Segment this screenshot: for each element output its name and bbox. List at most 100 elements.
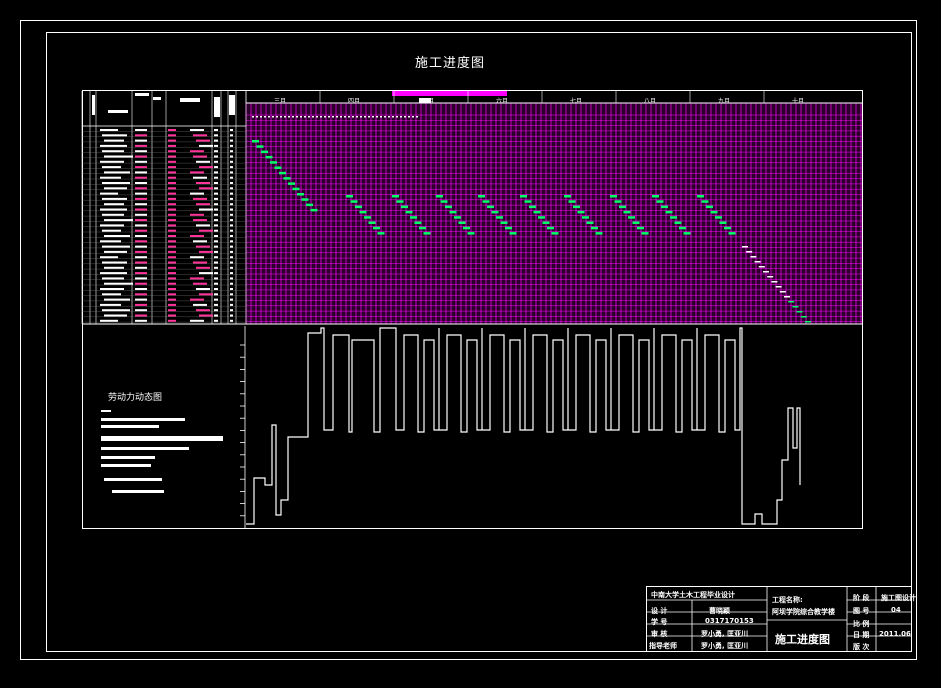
- gantt-bar: [292, 187, 300, 191]
- project-label: 工程名称:: [772, 596, 803, 604]
- gantt-bar: [509, 232, 517, 235]
- table-text-stub: [104, 235, 130, 237]
- table-text-stub: [104, 298, 130, 301]
- month-label: 八月: [644, 98, 657, 105]
- table-text-stub: [168, 139, 176, 142]
- table-text-stub: [193, 155, 207, 158]
- table-text-stub: [230, 150, 233, 153]
- progress-dot: [324, 116, 326, 118]
- table-text-stub: [135, 282, 147, 285]
- table-text-stub: [230, 309, 233, 312]
- table-text-stub: [135, 256, 147, 259]
- progress-dot: [328, 116, 330, 118]
- table-text-stub: [168, 240, 176, 243]
- student-id-label: 学 号: [651, 618, 668, 626]
- table-text-stub: [214, 144, 218, 147]
- table-text-stub: [168, 319, 176, 322]
- table-text-stub: [100, 144, 127, 147]
- progress-dot: [336, 116, 338, 118]
- gantt-bar: [538, 216, 545, 219]
- gantt-bar: [359, 210, 367, 214]
- table-text-stub: [230, 293, 233, 296]
- gantt-bar: [410, 216, 417, 219]
- table-text-stub: [135, 160, 147, 163]
- gantt-bar: [637, 226, 644, 230]
- progress-dot: [332, 116, 334, 118]
- table-text-stub: [230, 192, 233, 195]
- table-text-stub: [199, 166, 213, 169]
- gantt-bar: [577, 210, 585, 214]
- table-header-stub: [229, 95, 235, 115]
- table-text-stub: [230, 303, 233, 306]
- table-text-stub: [190, 235, 204, 237]
- table-text-stub: [230, 166, 233, 169]
- legend-bar: [101, 436, 223, 441]
- design-value: 曹晓颖: [709, 607, 730, 615]
- progress-dot: [276, 116, 278, 118]
- progress-dot: [320, 116, 322, 118]
- table-text-stub: [214, 235, 218, 237]
- gantt-bar: [297, 193, 304, 196]
- gantt-bar: [463, 226, 470, 230]
- gantt-bar: [310, 208, 318, 212]
- gantt-bar: [724, 226, 731, 230]
- progress-dot: [368, 116, 370, 118]
- table-text-stub: [168, 150, 176, 153]
- progress-dot: [264, 116, 266, 118]
- table-text-stub: [214, 129, 218, 131]
- table-text-stub: [214, 250, 218, 253]
- gantt-bar: [547, 226, 554, 230]
- gantt-bar: [595, 232, 603, 235]
- gantt-bar: [670, 216, 677, 219]
- header-highlight: [392, 91, 507, 96]
- gantt-bar: [568, 200, 576, 203]
- table-text-stub: [196, 266, 210, 269]
- legend-bar: [112, 490, 164, 493]
- table-header-stub: [92, 95, 95, 115]
- version-label: 版 次: [853, 643, 870, 651]
- table-text-stub: [230, 272, 233, 275]
- table-text-stub: [199, 208, 213, 211]
- table-text-stub: [102, 229, 121, 232]
- table-text-stub: [214, 272, 218, 275]
- table-text-stub: [135, 266, 147, 269]
- table-text-stub: [214, 277, 218, 280]
- sheet-title: 施工进度图: [775, 633, 830, 646]
- table-text-stub: [100, 288, 124, 290]
- table-text-stub: [135, 187, 147, 190]
- progress-dot: [352, 116, 354, 118]
- advisor-label: 指导老师: [649, 642, 677, 650]
- gantt-bar: [796, 311, 803, 313]
- gantt-bar: [346, 195, 353, 198]
- table-text-stub: [190, 129, 204, 131]
- progress-dot: [284, 116, 286, 118]
- table-text-stub: [190, 150, 204, 153]
- gantt-bar: [792, 306, 799, 308]
- month-label: 九月: [718, 98, 731, 105]
- table-text-stub: [168, 144, 176, 147]
- gantt-bar: [750, 256, 757, 258]
- table-text-stub: [230, 314, 233, 317]
- table-text-stub: [135, 213, 147, 216]
- gantt-bar: [401, 205, 408, 209]
- table-text-stub: [190, 256, 204, 259]
- table-text-stub: [100, 129, 118, 131]
- table-text-stub: [230, 266, 233, 269]
- table-text-stub: [214, 160, 218, 163]
- progress-dot: [288, 116, 290, 118]
- table-text-stub: [214, 229, 218, 232]
- gantt-bar: [779, 291, 786, 293]
- table-text-stub: [230, 144, 233, 147]
- progress-dot: [300, 116, 302, 118]
- gantt-bar: [533, 210, 541, 214]
- table-text-stub: [190, 319, 204, 322]
- gantt-bar: [771, 281, 778, 283]
- gantt-bar: [482, 200, 490, 203]
- table-text-stub: [135, 150, 147, 153]
- labor-chart-title: 劳动力动态图: [108, 393, 163, 403]
- gantt-bar: [582, 216, 589, 219]
- table-text-stub: [168, 229, 176, 232]
- gantt-bar: [614, 200, 622, 203]
- month-label: 三月: [274, 98, 287, 105]
- table-text-stub: [100, 303, 121, 306]
